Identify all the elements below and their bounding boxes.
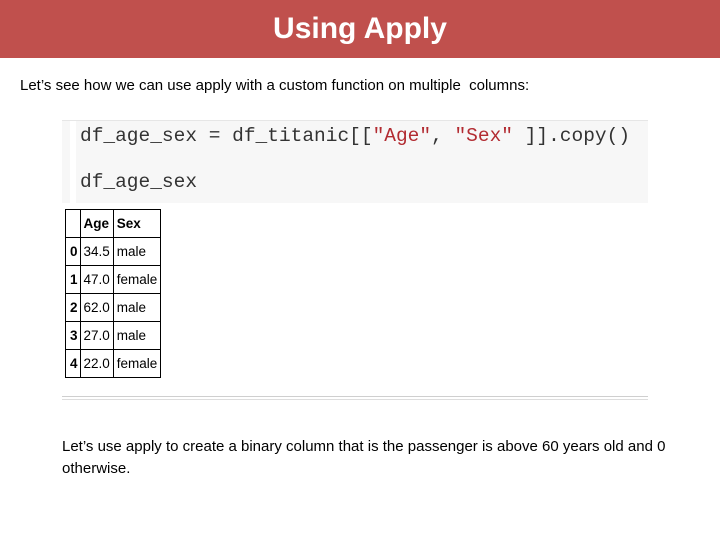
cell-divider bbox=[62, 396, 648, 397]
code-comma: , bbox=[431, 125, 455, 147]
table-row: 1 47.0 female bbox=[65, 265, 162, 294]
cell-age: 34.5 bbox=[79, 237, 114, 266]
output-area: Age Sex 0 34.5 male 1 47.0 female 2 62.0… bbox=[62, 203, 648, 396]
cell-age: 22.0 bbox=[79, 349, 114, 378]
cell-sex: female bbox=[112, 349, 162, 378]
outro-text: Let’s use apply to create a binary colum… bbox=[62, 438, 666, 477]
table-row: 4 22.0 female bbox=[65, 349, 162, 378]
index-header bbox=[65, 209, 81, 238]
row-index: 2 bbox=[65, 293, 81, 322]
column-header-sex: Sex bbox=[112, 209, 162, 238]
cell-age: 47.0 bbox=[79, 265, 114, 294]
slide-title: Using Apply bbox=[273, 12, 447, 45]
table-row: 2 62.0 male bbox=[65, 293, 162, 322]
cell-age: 62.0 bbox=[79, 293, 114, 322]
cell-sex: male bbox=[112, 321, 162, 350]
cell-divider bbox=[62, 399, 648, 400]
row-index: 4 bbox=[65, 349, 81, 378]
code-cell[interactable]: df_age_sex = df_titanic[["Age", "Sex" ]]… bbox=[62, 120, 648, 204]
title-bar: Using Apply bbox=[0, 0, 720, 58]
cell-sex: male bbox=[112, 237, 162, 266]
cell-age: 27.0 bbox=[79, 321, 114, 350]
row-index: 3 bbox=[65, 321, 81, 350]
column-header-age: Age bbox=[79, 209, 114, 238]
code-expression: = df_titanic[[ bbox=[197, 125, 373, 147]
table-row: 3 27.0 male bbox=[65, 321, 162, 350]
code-gutter bbox=[70, 121, 76, 203]
intro-text: Let’s see how we can use apply with a cu… bbox=[20, 77, 530, 94]
code-string-sex: "Sex" bbox=[454, 125, 513, 147]
table-row: 0 34.5 male bbox=[65, 237, 162, 266]
code-string-age: "Age" bbox=[372, 125, 432, 147]
code-var: df_age_sex bbox=[80, 125, 198, 147]
table-header-row: Age Sex bbox=[65, 209, 162, 238]
code-call: ]].copy() bbox=[513, 125, 631, 147]
code-line-1: df_age_sex = df_titanic[["Age", "Sex" ]]… bbox=[80, 125, 630, 147]
cell-sex: female bbox=[112, 265, 162, 294]
dataframe-table: Age Sex 0 34.5 male 1 47.0 female 2 62.0… bbox=[65, 209, 162, 378]
cell-sex: male bbox=[112, 293, 162, 322]
row-index: 1 bbox=[65, 265, 81, 294]
row-index: 0 bbox=[65, 237, 81, 266]
code-line-2: df_age_sex bbox=[80, 171, 198, 193]
